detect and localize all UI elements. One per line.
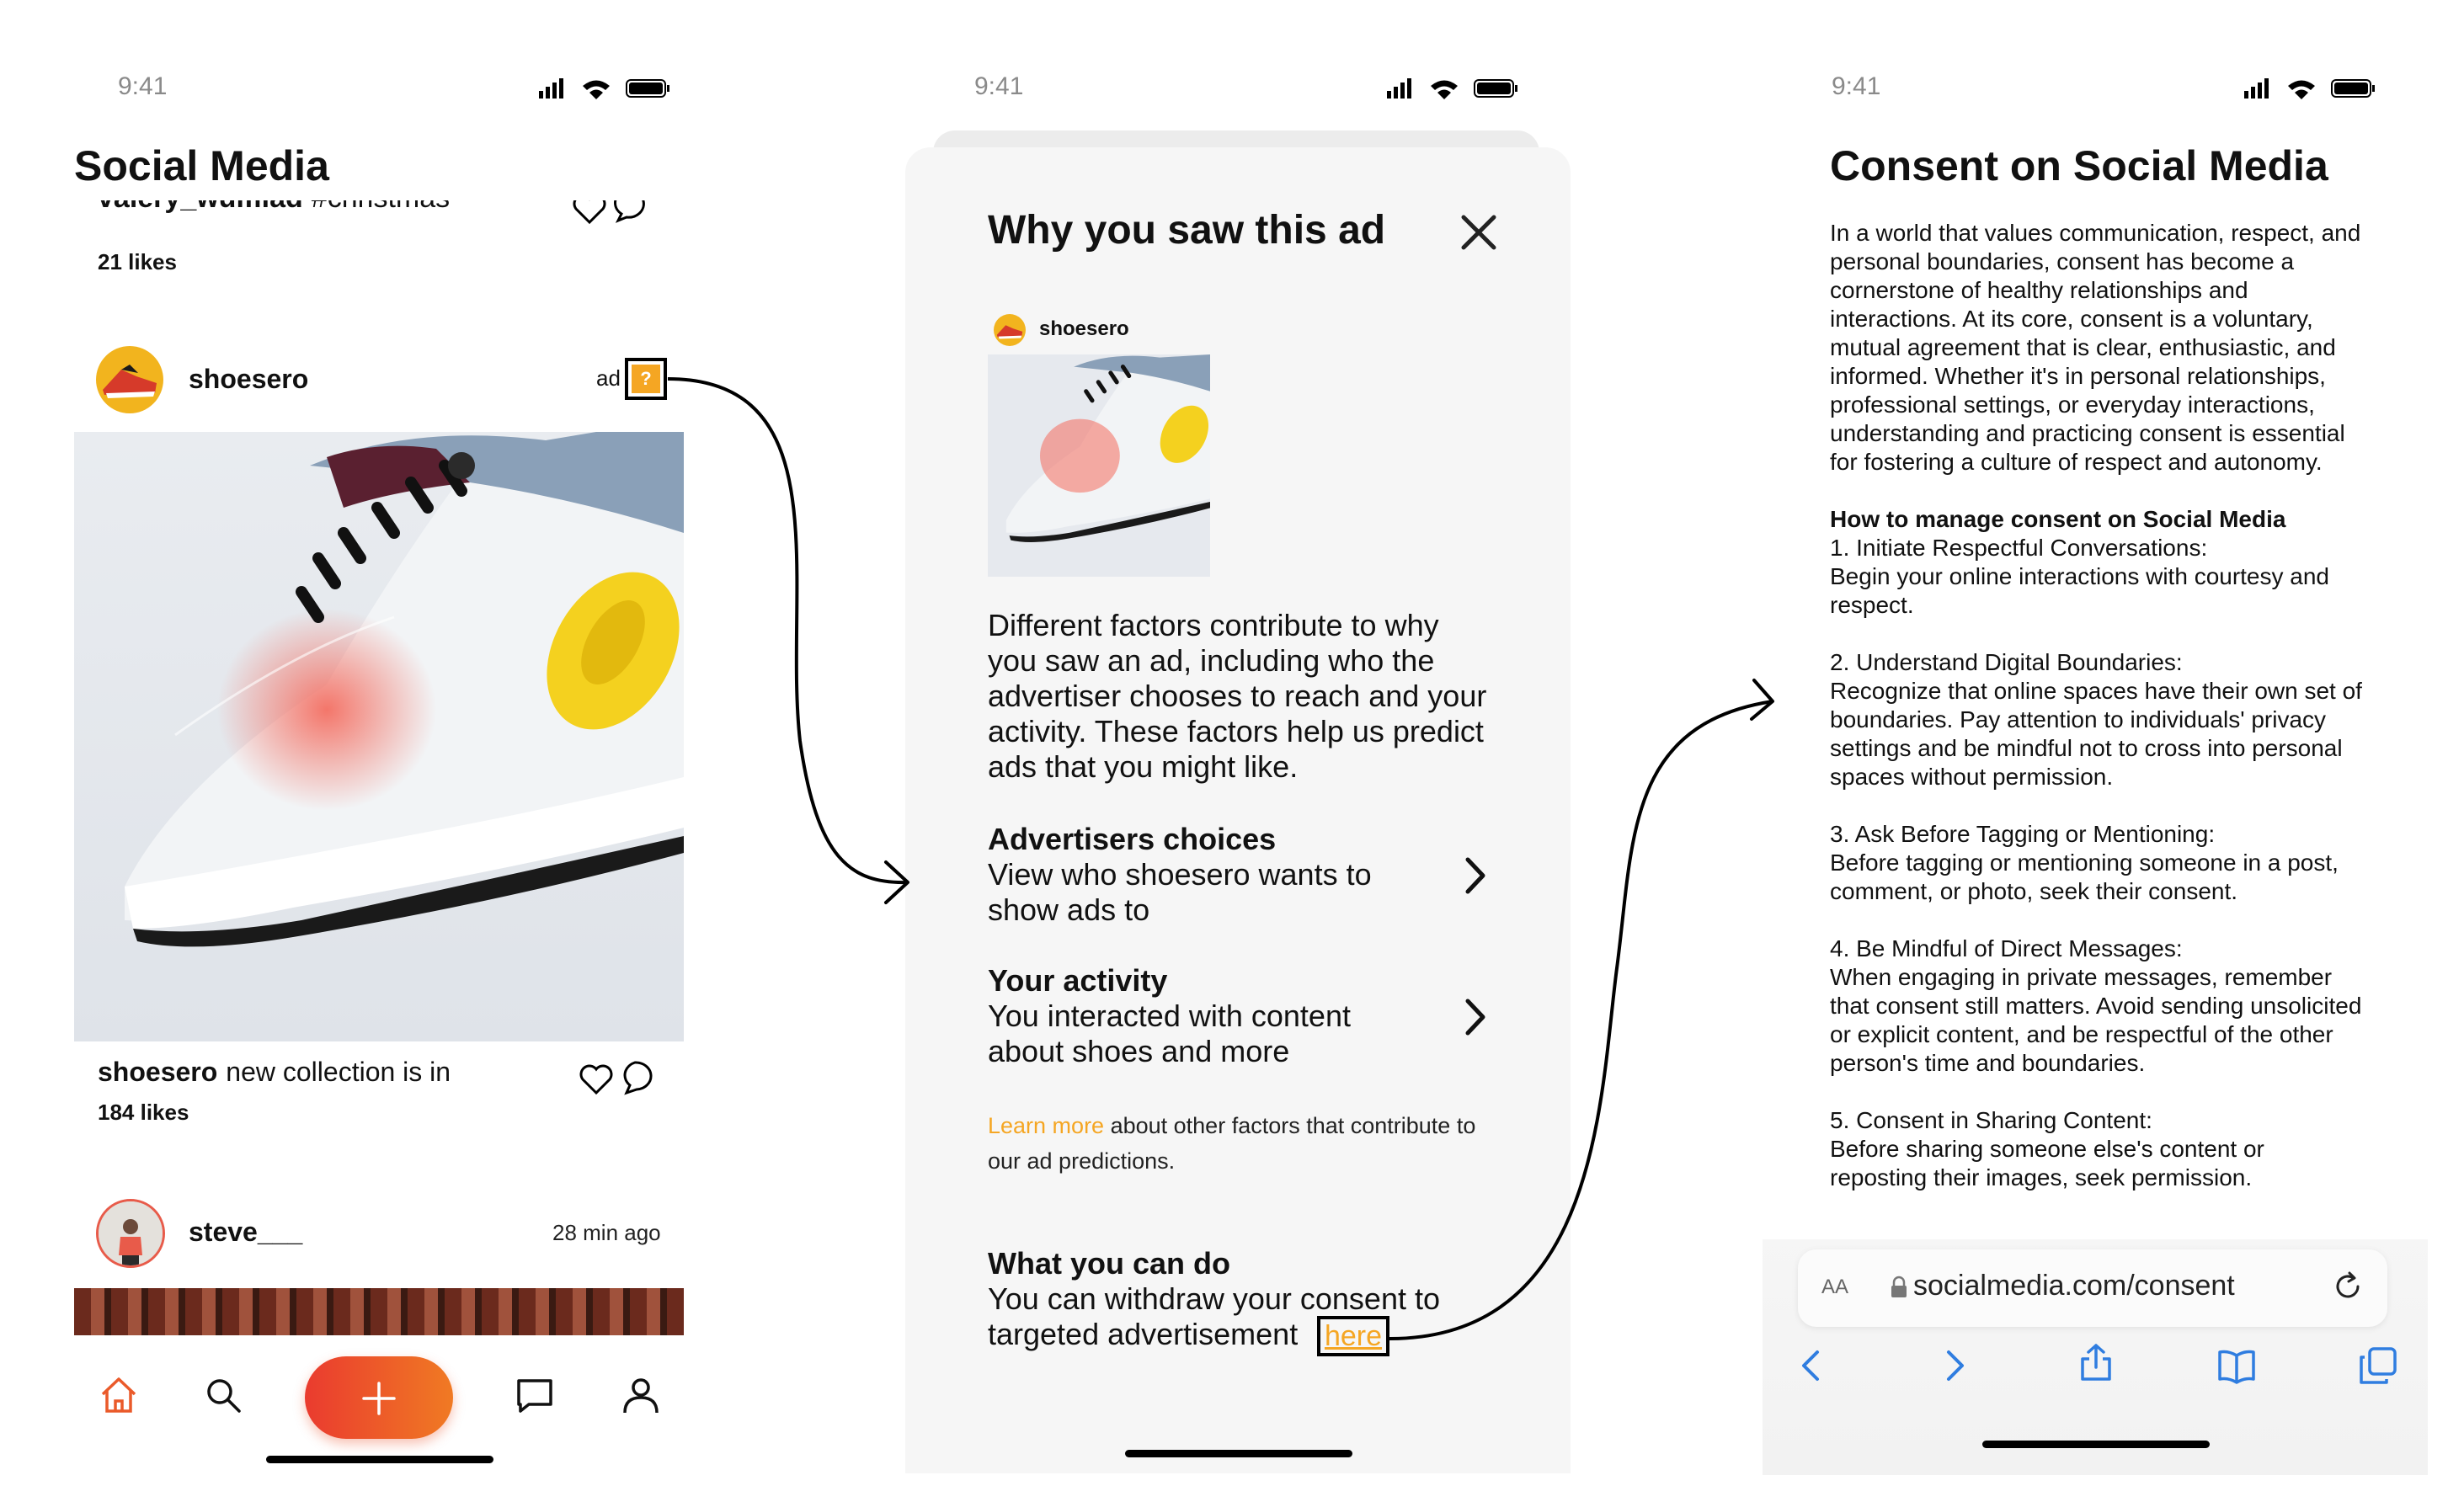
withdraw-consent-text: You can withdraw your consent to targete… (988, 1281, 1440, 1351)
status-time: 9:41 (974, 72, 1024, 100)
status-bar: 9:41 (974, 67, 1522, 118)
learn-more-text: Learn more about other factors that cont… (988, 1108, 1493, 1179)
item-body: Recognize that online spaces have their … (1830, 678, 2362, 790)
status-time: 9:41 (118, 72, 168, 100)
item-title: 1. Initiate Respectful Conversations: (1830, 535, 2208, 561)
ad-label: ad (596, 365, 621, 391)
item-body: Before tagging or mentioning someone in … (1830, 850, 2339, 904)
here-link[interactable]: here (1320, 1319, 1386, 1353)
ad-post-likes: 184 likes (98, 1100, 189, 1125)
post-time: 28 min ago (552, 1220, 661, 1245)
status-bar: 9:41 (118, 67, 674, 118)
page-title: Consent on Social Media (1830, 142, 2328, 189)
status-icons (539, 78, 669, 99)
profile-icon[interactable] (620, 1374, 662, 1416)
status-icons (2244, 78, 2375, 99)
avatar[interactable] (96, 346, 163, 413)
sneaker-image (74, 432, 684, 1041)
prev-post-likes: 21 likes (98, 249, 177, 274)
help-icon: ? (632, 365, 660, 393)
ad-explanation: Different factors contribute to why you … (988, 608, 1487, 784)
list-item: 5. Consent in Sharing Content: Before sha… (1830, 1106, 2362, 1192)
ad-post-caption: shoesero new collection is in (98, 1057, 451, 1088)
advertiser-name: shoesero (1039, 317, 1129, 340)
create-post-button[interactable] (305, 1356, 453, 1439)
reload-icon[interactable] (2331, 1270, 2365, 1303)
section-body[interactable]: View who shoesero wants to show ads to (988, 857, 1426, 928)
prev-post-actions (573, 200, 645, 225)
ad-image[interactable] (74, 432, 684, 1041)
article-body: In a world that values communication, re… (1830, 219, 2362, 1246)
forward-icon[interactable] (1933, 1345, 1974, 1386)
item-title: 4. Be Mindful of Direct Messages: (1830, 935, 2183, 961)
share-icon[interactable] (2076, 1342, 2116, 1382)
page-title: Social Media (74, 142, 329, 189)
chat-icon[interactable] (514, 1374, 556, 1416)
list-item: 3. Ask Before Tagging or Mentioning: Befo… (1830, 820, 2362, 906)
person-avatar-icon (99, 1201, 163, 1265)
status-bar: 9:41 (1832, 67, 2379, 118)
ad-post-actions (579, 1061, 653, 1095)
list-item: 2. Understand Digital Boundaries: Recogni… (1830, 648, 2362, 791)
search-icon[interactable] (202, 1374, 244, 1416)
url-text[interactable]: socialmedia.com/consent (1913, 1270, 2235, 1302)
how-to-section: How to manage consent on Social Media 1. … (1830, 505, 2362, 620)
withdraw-consent-link[interactable]: here (1317, 1316, 1389, 1356)
ad-thumbnail (988, 354, 1210, 577)
section-body[interactable]: You interacted with content about shoes … (988, 999, 1426, 1069)
sheet-title: Why you saw this ad (988, 208, 1386, 253)
avatar[interactable] (96, 1199, 165, 1268)
item-body: Begin your online interactions with cour… (1830, 563, 2330, 618)
why-ad-button[interactable]: ? (625, 358, 667, 400)
like-icon[interactable] (579, 1064, 613, 1095)
item-title: 5. Consent in Sharing Content: (1830, 1107, 2152, 1133)
sneaker-avatar-icon (996, 325, 1023, 339)
home-indicator (1982, 1441, 2210, 1448)
home-indicator (1125, 1450, 1352, 1457)
sneaker-avatar-icon (103, 365, 157, 398)
status-icons (1387, 78, 1517, 99)
list-item: 4. Be Mindful of Direct Messages: When en… (1830, 935, 2362, 1078)
lock-icon (1891, 1276, 1907, 1297)
status-time: 9:41 (1832, 72, 1881, 100)
back-icon[interactable] (1792, 1345, 1832, 1386)
section-heading[interactable]: Advertisers choices (988, 822, 1276, 857)
item-title: 2. Understand Digital Boundaries: (1830, 649, 2183, 675)
comment-icon[interactable] (623, 1061, 653, 1095)
learn-more-link[interactable]: Learn more (988, 1113, 1104, 1138)
caption-text: new collection is in (226, 1057, 451, 1087)
avatar (994, 314, 1026, 346)
item-body: Before sharing someone else's content or… (1830, 1136, 2264, 1190)
item-title: 3. Ask Before Tagging or Mentioning: (1830, 821, 2216, 847)
sneaker-image (988, 354, 1210, 577)
section-heading[interactable]: Your activity (988, 963, 1167, 999)
how-to-heading: How to manage consent on Social Media (1830, 506, 2286, 532)
close-icon[interactable] (1459, 212, 1499, 253)
chevron-right-icon[interactable] (1461, 855, 1490, 897)
prev-post-tag[interactable]: #christmas (312, 200, 450, 214)
ad-post-username[interactable]: shoesero (189, 364, 308, 395)
chevron-right-icon[interactable] (1461, 996, 1490, 1038)
caption-username[interactable]: shoesero (98, 1057, 217, 1087)
text-size-button[interactable]: AA (1821, 1276, 1848, 1299)
what-you-can-do-heading: What you can do (988, 1246, 1230, 1281)
bookmarks-icon[interactable] (2216, 1345, 2257, 1386)
intro-paragraph: In a world that values communication, re… (1830, 220, 2361, 475)
arrow-to-why-ad (667, 377, 909, 904)
tabs-icon[interactable] (2358, 1345, 2398, 1386)
post-image-preview[interactable] (74, 1288, 684, 1335)
home-icon[interactable] (98, 1374, 140, 1416)
item-body: When engaging in private messages, remem… (1830, 964, 2362, 1076)
plus-icon (362, 1382, 396, 1415)
home-indicator (266, 1456, 493, 1463)
prev-post-user[interactable]: valery_wulfliad (98, 200, 303, 214)
next-post-username[interactable]: steve___ (189, 1217, 302, 1248)
